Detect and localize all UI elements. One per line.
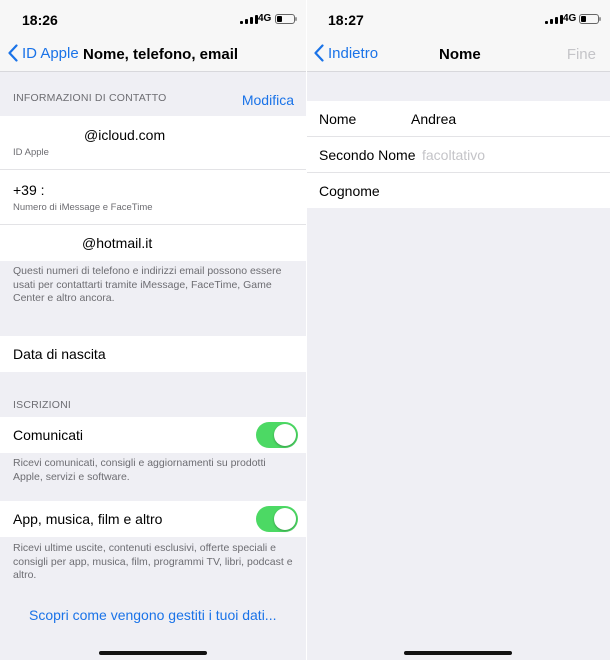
data-management-link[interactable]: Scopri come vengono gestiti i tuoi dati.… xyxy=(29,607,276,623)
network-label: 4G xyxy=(563,13,577,24)
field-row-last-name: Cognome xyxy=(307,173,610,208)
edit-button[interactable]: Modifica xyxy=(242,92,294,108)
navigation-bar: Indietro Nome Fine xyxy=(307,38,610,72)
back-button[interactable]: ID Apple xyxy=(8,44,79,62)
last-name-label: Cognome xyxy=(319,183,380,199)
contact-section-header: INFORMAZIONI DI CONTATTO xyxy=(13,92,167,104)
status-bar: 18:27 4G xyxy=(307,0,610,38)
apple-id-contact-screen: 18:26 4G ID Apple Nome, telefono, email … xyxy=(0,0,306,660)
chevron-left-icon xyxy=(314,44,324,62)
home-indicator[interactable] xyxy=(404,651,512,655)
page-title: Nome xyxy=(439,46,481,63)
birthday-label: Data di nascita xyxy=(13,346,106,362)
home-indicator[interactable] xyxy=(99,651,207,655)
hotmail-email: @hotmail.it xyxy=(82,235,153,251)
comunicati-footnote: Ricevi comunicati, consigli e aggiorname… xyxy=(13,457,266,483)
subscription-row-app-music: App, musica, film e altro xyxy=(0,501,306,537)
field-row-middle-name: Secondo Nome xyxy=(307,137,610,173)
status-time: 18:26 xyxy=(22,12,58,28)
subscriptions-section-header: ISCRIZIONI xyxy=(13,399,72,411)
battery-icon xyxy=(275,14,297,24)
status-time: 18:27 xyxy=(328,12,364,28)
middle-name-field[interactable] xyxy=(422,145,592,165)
subscription-label: Comunicati xyxy=(13,427,84,443)
back-button[interactable]: Indietro xyxy=(314,44,378,62)
apple-id-email: @icloud.com xyxy=(84,127,166,143)
subscription-row-comunicati: Comunicati xyxy=(0,417,306,453)
name-edit-screen: 18:27 4G Indietro Nome Fine Nome Secondo… xyxy=(306,0,610,660)
back-button-label: ID Apple xyxy=(22,44,79,62)
app-music-footnote: Ricevi ultime uscite, contenuti esclusiv… xyxy=(13,542,293,581)
toggle-knob xyxy=(274,508,296,530)
done-button[interactable]: Fine xyxy=(567,46,596,63)
app-music-toggle[interactable] xyxy=(256,506,298,532)
first-name-label: Nome xyxy=(319,111,357,127)
status-bar: 18:26 4G xyxy=(0,0,306,38)
contact-list: @icloud.com ID Apple +39 : Numero di iMe… xyxy=(0,116,306,261)
back-button-label: Indietro xyxy=(328,44,379,62)
apple-id-caption: ID Apple xyxy=(13,147,49,158)
subscription-label: App, musica, film e altro xyxy=(13,511,163,527)
network-label: 4G xyxy=(258,13,272,24)
signal-icon xyxy=(545,15,563,24)
last-name-field[interactable] xyxy=(411,181,591,201)
battery-icon xyxy=(579,14,601,24)
contact-row-phone[interactable]: +39 : Numero di iMessage e FaceTime xyxy=(0,170,306,225)
chevron-left-icon xyxy=(8,44,18,62)
toggle-knob xyxy=(274,424,296,446)
name-form: Nome Secondo Nome Cognome xyxy=(307,101,610,208)
field-row-first-name: Nome xyxy=(307,101,610,137)
phone-caption: Numero di iMessage e FaceTime xyxy=(13,202,153,213)
middle-name-label: Secondo Nome xyxy=(319,147,416,163)
contact-row-apple-id[interactable]: @icloud.com ID Apple xyxy=(0,116,306,170)
contact-footnote: Questi numeri di telefono e indirizzi em… xyxy=(13,265,282,304)
signal-icon xyxy=(240,15,258,24)
navigation-bar: ID Apple Nome, telefono, email xyxy=(0,38,306,72)
contact-row-email[interactable]: @hotmail.it xyxy=(0,225,306,261)
page-title: Nome, telefono, email xyxy=(83,46,239,63)
first-name-field[interactable] xyxy=(411,109,591,129)
phone-number: +39 : xyxy=(13,182,45,198)
comunicati-toggle[interactable] xyxy=(256,422,298,448)
birthday-row[interactable]: Data di nascita xyxy=(0,336,306,372)
